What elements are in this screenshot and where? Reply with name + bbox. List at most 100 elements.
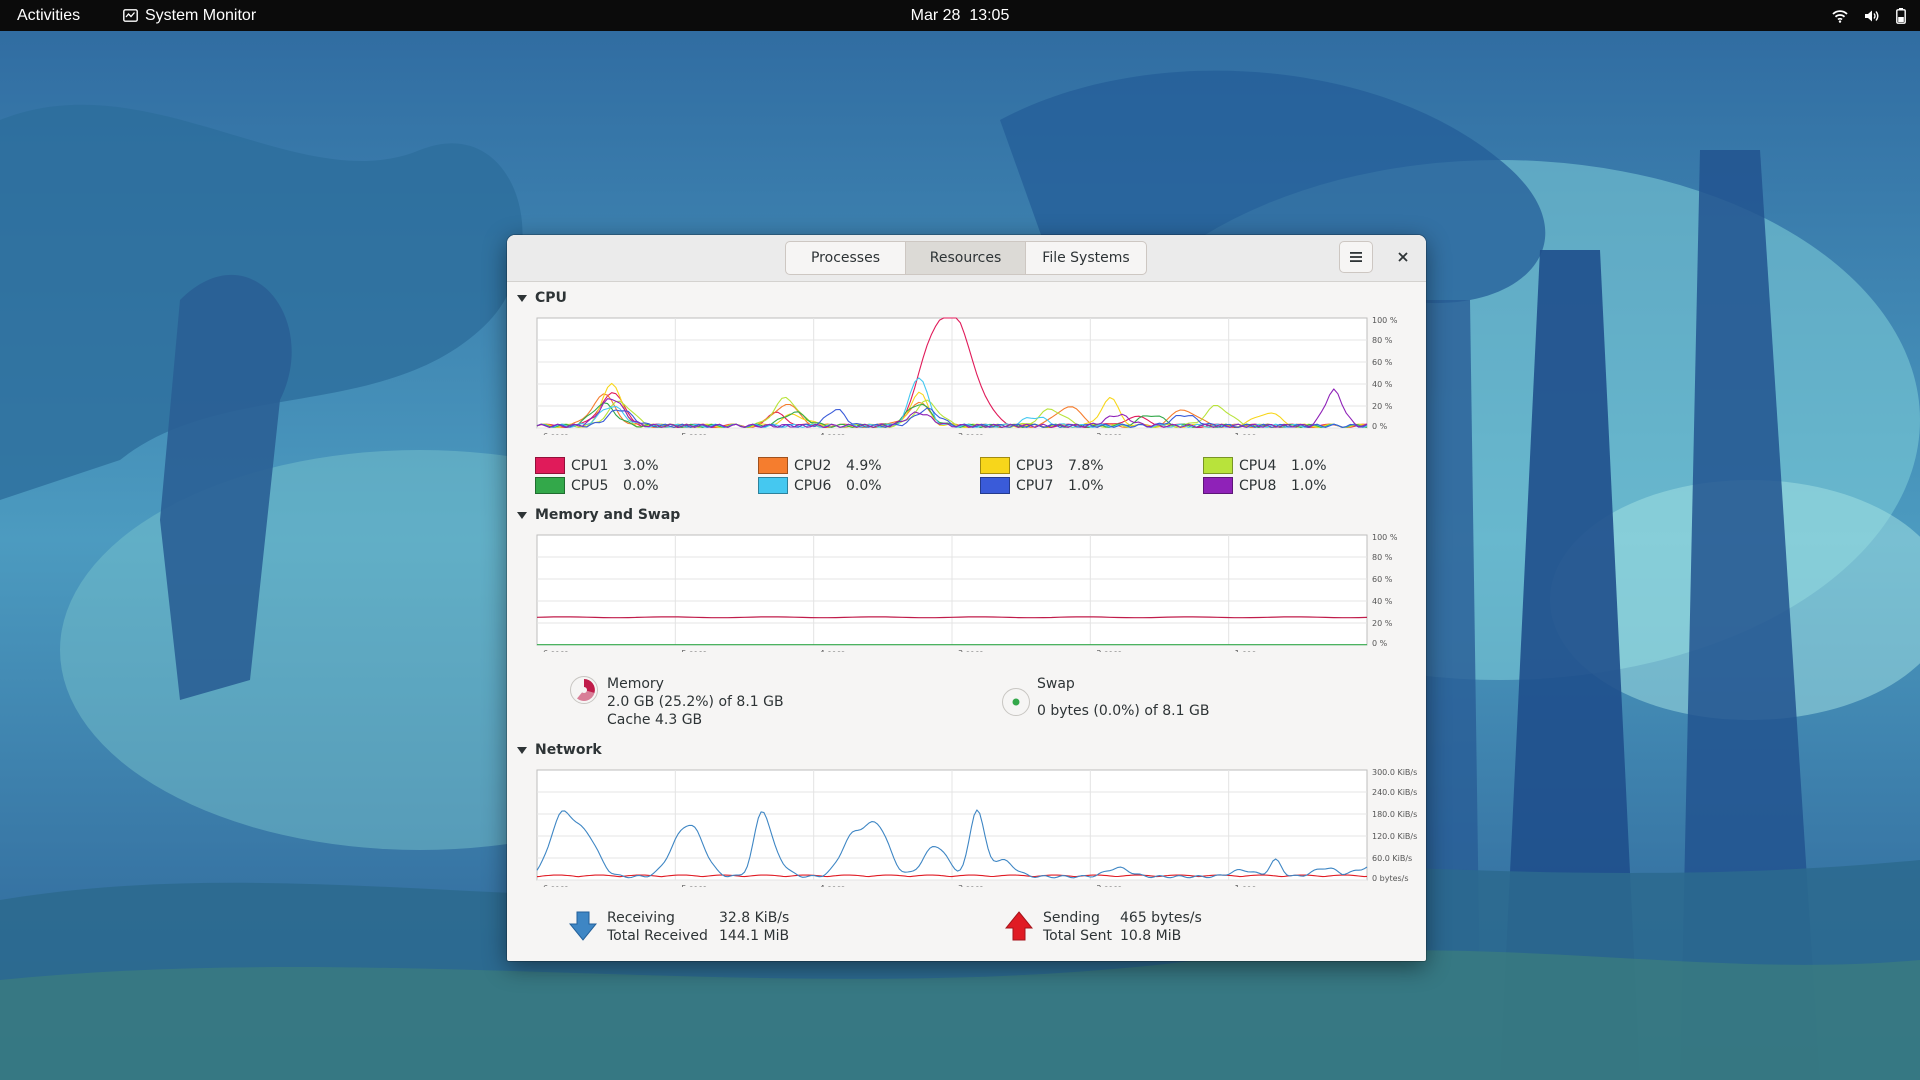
cpu-color-swatch[interactable] bbox=[535, 457, 565, 474]
swap-pie-icon[interactable] bbox=[1001, 687, 1031, 717]
total-received-label: Total Received bbox=[607, 928, 708, 944]
swap-value: 0 bytes (0.0%) of 8.1 GB bbox=[1037, 703, 1210, 719]
cpu-legend-item[interactable]: CPU2 4.9% bbox=[758, 457, 882, 474]
system-tray[interactable] bbox=[1832, 0, 1906, 31]
expander-arrow-icon bbox=[517, 746, 527, 754]
total-received-value: 144.1 MiB bbox=[719, 928, 790, 944]
time-tick-label: 2 secs bbox=[1096, 884, 1121, 887]
expander-arrow-icon bbox=[517, 294, 527, 302]
view-switcher: Processes Resources File Systems bbox=[785, 241, 1147, 275]
time-tick-label: 4 secs bbox=[820, 432, 845, 435]
tab-resources[interactable]: Resources bbox=[906, 242, 1026, 274]
receiving-info: Receiving Total Received bbox=[607, 909, 708, 945]
time-tick-label: 3 secs bbox=[958, 884, 983, 887]
time-tick-label: 5 secs bbox=[681, 884, 706, 887]
cpu-legend-item[interactable]: CPU6 0.0% bbox=[758, 477, 882, 494]
cpu-color-swatch[interactable] bbox=[1203, 457, 1233, 474]
expander-arrow-icon bbox=[517, 511, 527, 519]
cpu-usage-value: 0.0% bbox=[623, 477, 659, 494]
cpu-legend-item[interactable]: CPU4 1.0% bbox=[1203, 457, 1327, 474]
volume-icon[interactable] bbox=[1864, 9, 1880, 23]
main-menu-button[interactable] bbox=[1339, 241, 1373, 273]
close-icon bbox=[1398, 252, 1408, 262]
header-bar: Processes Resources File Systems bbox=[507, 235, 1426, 282]
cpu-section-title: CPU bbox=[535, 290, 567, 306]
axis-tick-label: 40 % bbox=[1372, 597, 1393, 606]
axis-tick-label: 0 % bbox=[1372, 639, 1388, 648]
system-monitor-icon bbox=[123, 9, 138, 22]
axis-tick-label: 0 % bbox=[1372, 422, 1388, 431]
cpu-legend-item[interactable]: CPU1 3.0% bbox=[535, 457, 659, 474]
receiving-values: 32.8 KiB/s 144.1 MiB bbox=[719, 909, 789, 945]
cpu-color-swatch[interactable] bbox=[980, 477, 1010, 494]
network-history-graph: 6 secs 5 secs 4 secs 3 secs 2 secs 1 sec 300.0… bbox=[536, 768, 1417, 887]
cpu-color-swatch[interactable] bbox=[758, 457, 788, 474]
memory-section-title: Memory and Swap bbox=[535, 507, 681, 523]
app-menu-label: System Monitor bbox=[145, 6, 257, 24]
memory-pie-icon[interactable] bbox=[569, 675, 599, 705]
cpu-name: CPU4 bbox=[1239, 457, 1277, 474]
cpu-usage-value: 0.0% bbox=[846, 477, 882, 494]
axis-tick-label: 80 % bbox=[1372, 336, 1393, 345]
swap-info: Swap 0 bytes (0.0%) of 8.1 GB bbox=[1037, 675, 1209, 720]
cpu-color-swatch[interactable] bbox=[535, 477, 565, 494]
tab-file-systems[interactable]: File Systems bbox=[1026, 242, 1146, 274]
upload-arrow-icon[interactable] bbox=[1004, 911, 1034, 945]
cpu-color-swatch[interactable] bbox=[1203, 477, 1233, 494]
memory-section-header[interactable]: Memory and Swap bbox=[517, 507, 680, 523]
network-section-header[interactable]: Network bbox=[517, 742, 602, 758]
tab-processes[interactable]: Processes bbox=[786, 242, 906, 274]
time-tick-label: 4 secs bbox=[820, 884, 845, 887]
receiving-label: Receiving bbox=[607, 910, 675, 926]
app-menu-button[interactable]: System Monitor bbox=[123, 0, 256, 31]
cpu-color-swatch[interactable] bbox=[758, 477, 788, 494]
download-arrow-icon[interactable] bbox=[568, 911, 598, 945]
cpu-section-header[interactable]: CPU bbox=[517, 290, 567, 306]
axis-tick-label: 20 % bbox=[1372, 619, 1393, 628]
receiving-value: 32.8 KiB/s bbox=[719, 910, 790, 926]
cpu-legend-item[interactable]: CPU8 1.0% bbox=[1203, 477, 1327, 494]
time-tick-label: 4 secs bbox=[820, 649, 845, 652]
memory-history-graph: 6 secs 5 secs 4 secs 3 secs 2 secs 1 sec 100 %… bbox=[536, 533, 1398, 652]
hamburger-menu-icon bbox=[1350, 252, 1362, 262]
cpu-name: CPU2 bbox=[794, 457, 832, 474]
activities-button[interactable]: Activities bbox=[17, 0, 80, 31]
cache-value: Cache 4.3 GB bbox=[607, 712, 703, 728]
cpu-usage-value: 3.0% bbox=[623, 457, 659, 474]
total-sent-label: Total Sent bbox=[1043, 928, 1113, 944]
top-bar: Activities System Monitor Mar 28 13:05 bbox=[0, 0, 1920, 31]
time-tick-label: 5 secs bbox=[681, 432, 706, 435]
cpu-legend-item[interactable]: CPU5 0.0% bbox=[535, 477, 659, 494]
close-window-button[interactable] bbox=[1386, 241, 1420, 273]
axis-tick-label: 60 % bbox=[1372, 358, 1393, 367]
axis-tick-label: 60.0 KiB/s bbox=[1372, 854, 1412, 863]
network-section-title: Network bbox=[535, 742, 602, 758]
axis-tick-label: 120.0 KiB/s bbox=[1372, 832, 1417, 841]
sending-label: Sending bbox=[1043, 910, 1100, 926]
sending-value: 465 bytes/s bbox=[1120, 910, 1202, 926]
cpu-legend-item[interactable]: CPU3 7.8% bbox=[980, 457, 1104, 474]
time-tick-label: 2 secs bbox=[1096, 649, 1121, 652]
time-tick-label: 3 secs bbox=[958, 432, 983, 435]
cpu-usage-value: 1.0% bbox=[1291, 457, 1327, 474]
cpu-usage-value: 4.9% bbox=[846, 457, 882, 474]
axis-tick-label: 100 % bbox=[1372, 316, 1398, 325]
cpu-color-swatch[interactable] bbox=[980, 457, 1010, 474]
system-monitor-window: Processes Resources File Systems CPU 6 s… bbox=[507, 235, 1426, 961]
time-tick-label: 2 secs bbox=[1096, 432, 1121, 435]
time-tick-label: 1 sec bbox=[1235, 884, 1256, 887]
time-tick-label: 1 sec bbox=[1235, 432, 1256, 435]
clock-label[interactable]: Mar 28 13:05 bbox=[911, 7, 1010, 25]
cpu-legend-item[interactable]: CPU7 1.0% bbox=[980, 477, 1104, 494]
wifi-icon[interactable] bbox=[1832, 9, 1848, 23]
axis-tick-label: 80 % bbox=[1372, 553, 1393, 562]
cpu-usage-value: 1.0% bbox=[1291, 477, 1327, 494]
sending-values: 465 bytes/s 10.8 MiB bbox=[1120, 909, 1202, 945]
axis-tick-label: 0 bytes/s bbox=[1372, 874, 1409, 883]
cpu-usage-value: 1.0% bbox=[1068, 477, 1104, 494]
cpu-history-graph: 6 secs 5 secs 4 secs 3 secs 2 secs 1 sec 100 %… bbox=[536, 316, 1398, 435]
battery-icon[interactable] bbox=[1896, 7, 1906, 24]
sending-info: Sending Total Sent bbox=[1043, 909, 1112, 945]
activities-label: Activities bbox=[17, 6, 81, 24]
time-tick-label: 3 secs bbox=[958, 649, 983, 652]
